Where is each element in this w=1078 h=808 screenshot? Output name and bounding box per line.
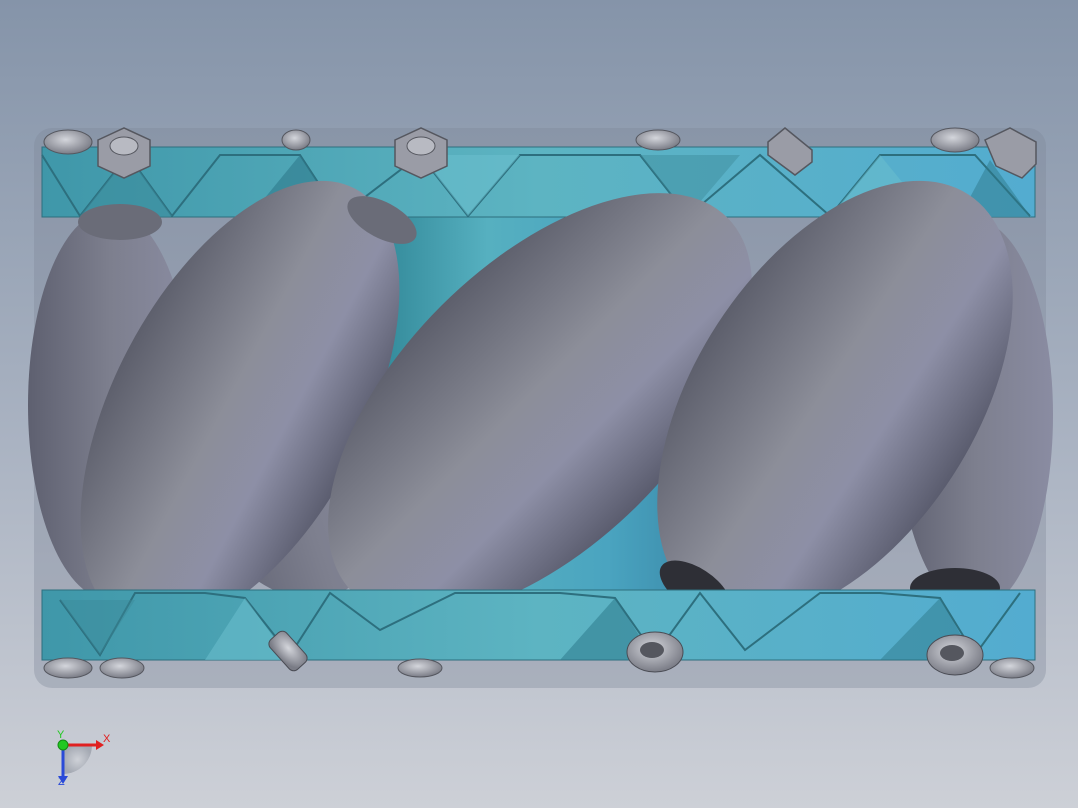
bolt-head-top-4	[930, 127, 980, 153]
bolt-head-top-2	[281, 129, 311, 151]
bolt-head-bottom-2	[99, 657, 145, 679]
socket-screw-1	[626, 631, 684, 673]
mecanum-wheel-model[interactable]	[15, 118, 1078, 691]
bolt-head-bottom-1	[43, 657, 93, 679]
cad-graphics-viewport[interactable]	[0, 0, 1078, 808]
roller-end-cap-2	[78, 204, 162, 240]
triad-z-label: Z	[58, 776, 65, 788]
bolt-head-bottom-4	[989, 657, 1035, 679]
triad-x-label: X	[103, 733, 111, 745]
bottom-plate-body	[41, 589, 1036, 661]
bolt-head-top-1	[43, 129, 93, 155]
triad-y-label: Y	[57, 729, 65, 741]
triad-y-axis-dot	[57, 739, 69, 751]
bolt-head-bottom-3	[397, 658, 443, 678]
bottom-frame-plate	[41, 589, 1036, 661]
bolt-head-top-3	[635, 129, 681, 151]
socket-screw-2	[926, 634, 984, 676]
